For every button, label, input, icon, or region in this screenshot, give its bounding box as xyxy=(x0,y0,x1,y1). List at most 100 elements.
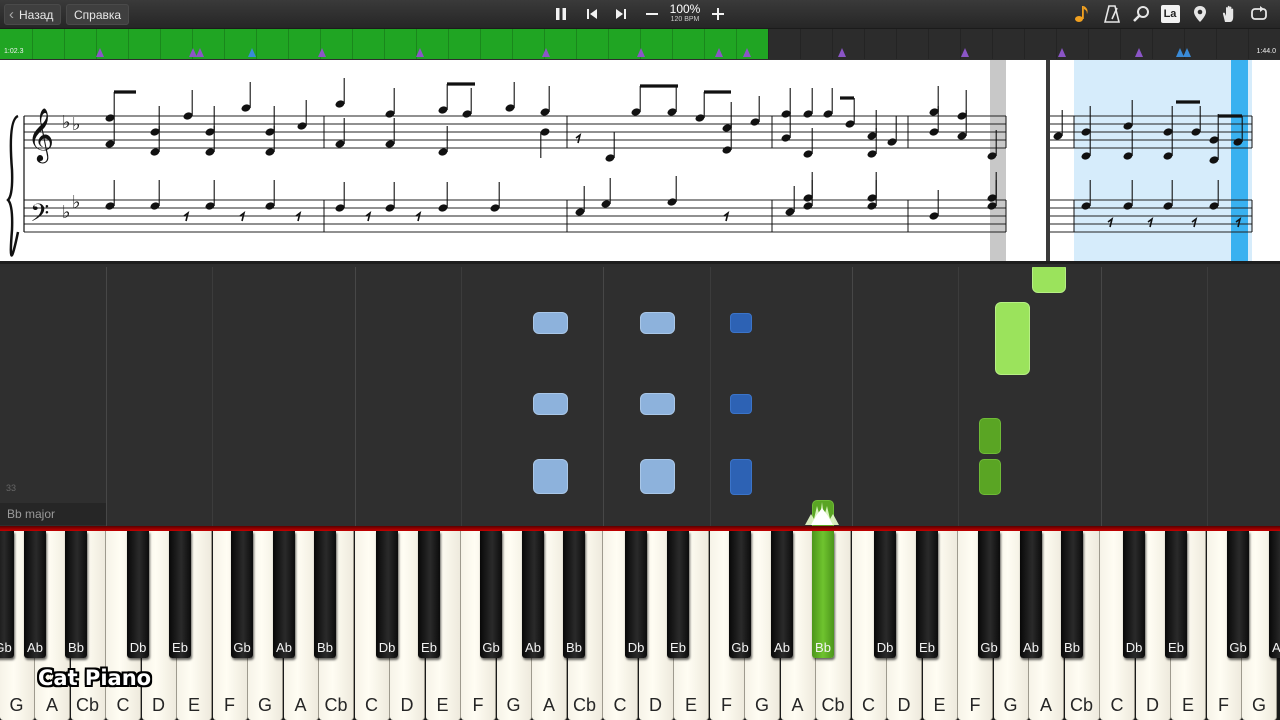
black-key[interactable]: Db xyxy=(127,531,149,658)
black-key[interactable]: Gb xyxy=(978,531,1000,658)
black-key[interactable]: Gb xyxy=(0,531,14,658)
black-key-label: Gb xyxy=(1229,640,1247,655)
black-key-pressed[interactable]: Bb xyxy=(812,531,834,658)
white-key-label: A xyxy=(1039,695,1052,715)
falling-note-left-hand xyxy=(640,312,675,334)
white-key-label: E xyxy=(436,695,449,715)
black-key[interactable]: Gb xyxy=(480,531,502,658)
rest-mark xyxy=(415,211,422,222)
rest-mark xyxy=(183,211,190,222)
timeline-tick xyxy=(576,29,577,59)
plus-icon xyxy=(712,8,724,20)
timeline-bookmark[interactable] xyxy=(637,48,645,57)
piano-keyboard[interactable]: G A Cb C D E F G A Cb C D E F G A Cb C D E F G A Cb C D E F G A Cb C D E F… xyxy=(0,531,1280,720)
back-button[interactable]: Назад xyxy=(4,4,62,25)
black-key[interactable]: Db xyxy=(874,531,896,658)
zoom-button[interactable] xyxy=(1130,3,1152,25)
black-key[interactable]: Ab xyxy=(273,531,295,658)
black-key[interactable]: Gb xyxy=(231,531,253,658)
speed-up-button[interactable] xyxy=(706,3,730,25)
white-key-label: F xyxy=(1218,695,1229,715)
black-key[interactable]: Ab xyxy=(522,531,544,658)
falling-note-left-hand-sharp xyxy=(730,394,752,414)
speed-down-button[interactable] xyxy=(640,3,664,25)
timeline-bookmark[interactable] xyxy=(248,48,256,57)
black-key-label: Bb xyxy=(815,640,831,655)
bookmark-button[interactable] xyxy=(1189,3,1211,25)
black-key[interactable]: Ab xyxy=(24,531,46,658)
timeline-bookmark[interactable] xyxy=(838,48,846,57)
white-key-label: A xyxy=(294,695,307,715)
white-key-label: D xyxy=(897,695,911,715)
falling-note-left-hand xyxy=(640,459,675,494)
notation-button[interactable]: La xyxy=(1159,3,1181,25)
black-key-label: Bb xyxy=(566,640,582,655)
pause-icon xyxy=(556,8,566,20)
timeline-bookmark[interactable] xyxy=(1183,48,1191,57)
black-key[interactable]: Bb xyxy=(314,531,336,658)
black-key-label: Gb xyxy=(233,640,251,655)
black-key[interactable]: Bb xyxy=(65,531,87,658)
black-key[interactable]: Ab xyxy=(1269,531,1280,658)
timeline-bookmark[interactable] xyxy=(318,48,326,57)
octave-gridline xyxy=(461,267,462,526)
white-key-label: Cb xyxy=(821,695,845,715)
black-key[interactable]: Ab xyxy=(1020,531,1042,658)
location-pin-icon xyxy=(1194,6,1206,22)
black-key-label: Gb xyxy=(482,640,500,655)
white-key-label: D xyxy=(152,695,165,715)
white-key-label: A xyxy=(791,695,804,715)
rewind-button[interactable] xyxy=(580,3,604,25)
page-gutter xyxy=(990,60,1006,261)
note-icon xyxy=(1075,6,1088,22)
timeline-bookmark[interactable] xyxy=(196,48,204,57)
black-key[interactable]: Eb xyxy=(1165,531,1187,658)
timeline-bookmark[interactable] xyxy=(96,48,104,57)
timeline-bookmark[interactable] xyxy=(961,48,969,57)
sound-button[interactable] xyxy=(1071,3,1093,25)
white-key-label: G xyxy=(1251,695,1266,715)
timeline-tick xyxy=(1120,29,1121,59)
black-key-label: Ab xyxy=(774,640,790,655)
sheet-music[interactable]: 𝄞 𝄢 ♭ ♭ ♭ ♭ xyxy=(0,60,1280,264)
black-key[interactable]: Db xyxy=(625,531,647,658)
pause-button[interactable] xyxy=(549,3,573,25)
hands-button[interactable] xyxy=(1218,3,1240,25)
help-button[interactable]: Справка xyxy=(66,4,130,25)
black-key[interactable]: Eb xyxy=(169,531,191,658)
white-key-label: C xyxy=(862,695,875,715)
white-key-label: E xyxy=(187,695,200,715)
black-key[interactable]: Bb xyxy=(563,531,585,658)
black-key[interactable]: Eb xyxy=(418,531,440,658)
metronome-button[interactable] xyxy=(1101,3,1123,25)
falling-note-right-hand-sharp xyxy=(979,418,1001,454)
falling-note-right-hand-sharp xyxy=(979,459,1001,495)
black-key[interactable]: Gb xyxy=(729,531,751,658)
timeline-bookmark[interactable] xyxy=(743,48,751,57)
black-key[interactable]: Ab xyxy=(771,531,793,658)
loop-button[interactable] xyxy=(1248,3,1270,25)
rest-mark xyxy=(239,211,246,222)
timeline-bookmark[interactable] xyxy=(715,48,723,57)
white-key-label: E xyxy=(684,695,697,715)
timeline-bookmark[interactable] xyxy=(542,48,550,57)
black-key[interactable]: Db xyxy=(1123,531,1145,658)
black-key[interactable]: Eb xyxy=(916,531,938,658)
black-key[interactable]: Eb xyxy=(667,531,689,658)
song-timeline[interactable]: 1:02.3 1:44.0 xyxy=(0,29,1280,59)
timeline-bookmark[interactable] xyxy=(1058,48,1066,57)
black-key-label: Eb xyxy=(421,640,437,655)
timeline-tick xyxy=(288,29,289,59)
black-key[interactable]: Gb xyxy=(1227,531,1249,658)
black-key[interactable]: Bb xyxy=(1061,531,1083,658)
timeline-bookmark[interactable] xyxy=(416,48,424,57)
black-key[interactable]: Db xyxy=(376,531,398,658)
white-key-label: F xyxy=(224,695,235,715)
white-key-label: G xyxy=(1003,695,1018,715)
octave-gridline xyxy=(852,267,853,526)
letter-notation-icon: La xyxy=(1160,5,1180,23)
black-key-label: Eb xyxy=(172,640,188,655)
white-key-label: G xyxy=(506,695,521,715)
timeline-bookmark[interactable] xyxy=(1135,48,1143,57)
forward-button[interactable] xyxy=(609,3,633,25)
